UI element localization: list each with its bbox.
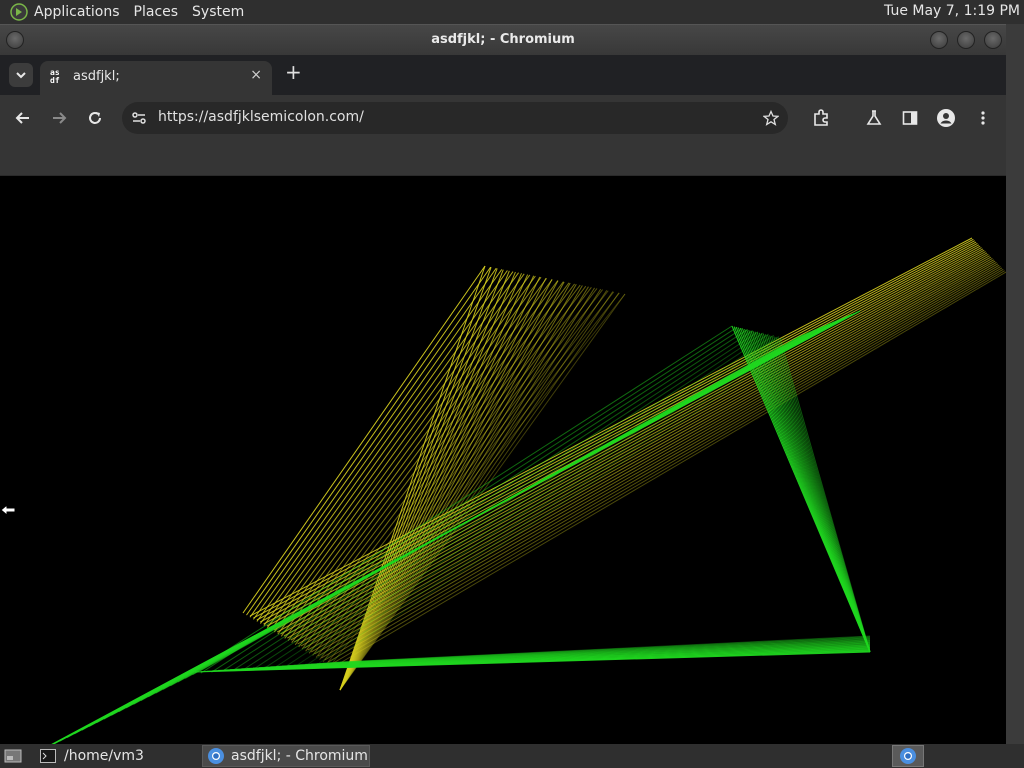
taskbar-item-label: /home/vm3 <box>64 748 144 764</box>
menu-places[interactable]: Places <box>134 4 179 20</box>
taskbar-item-label: asdfjkl; - Chromium <box>231 748 368 764</box>
browser-toolbar: https://asdfjklsemicolon.com/ <box>0 95 1006 141</box>
window-titlebar[interactable]: asdfjkl; - Chromium <box>0 24 1006 55</box>
tab-strip: as df asdfjkl; × + <box>0 55 1006 95</box>
clock[interactable]: Tue May 7, 1:19 PM <box>884 3 1020 19</box>
extensions-icon[interactable] <box>810 107 832 129</box>
show-desktop-icon[interactable] <box>4 748 22 764</box>
workspace-switcher[interactable] <box>892 745 924 767</box>
window-title: asdfjkl; - Chromium <box>431 32 575 47</box>
bottom-taskbar: /home/vm3 asdfjkl; - Chromium <box>0 744 1024 768</box>
menu-applications[interactable]: Applications <box>34 4 120 20</box>
back-icon[interactable] <box>12 107 34 129</box>
taskbar-item-terminal[interactable]: /home/vm3 <box>36 745 200 767</box>
tab-asdfjkl[interactable]: as df asdfjkl; × <box>40 61 272 95</box>
chevron-down-icon <box>16 72 26 79</box>
menu-system[interactable]: System <box>192 4 244 20</box>
profile-icon[interactable] <box>935 107 957 129</box>
chromium-window: asdfjkl; - Chromium as df asdfjkl; × + h… <box>0 24 1006 744</box>
address-bar[interactable]: https://asdfjklsemicolon.com/ <box>122 102 788 134</box>
new-tab-button[interactable]: + <box>285 60 302 84</box>
side-panel-icon[interactable] <box>899 107 921 129</box>
tab-title: asdfjkl; <box>73 69 120 84</box>
chromium-icon <box>900 748 916 764</box>
forward-icon[interactable] <box>48 107 70 129</box>
terminal-icon <box>40 749 56 763</box>
maximize-button[interactable] <box>957 31 975 49</box>
bookmarks-bar <box>0 141 1006 176</box>
site-favicon-icon: as df <box>50 68 60 85</box>
bookmark-star-icon[interactable] <box>760 107 782 129</box>
taskbar-item-chromium[interactable]: asdfjkl; - Chromium <box>202 745 370 767</box>
labs-flask-icon[interactable] <box>863 107 885 129</box>
tab-search-button[interactable] <box>9 63 33 87</box>
tab-close-icon[interactable]: × <box>250 67 262 83</box>
close-window-button[interactable] <box>984 31 1002 49</box>
minimize-button[interactable] <box>930 31 948 49</box>
resize-cursor-icon <box>0 503 16 517</box>
mate-logo-icon[interactable] <box>10 3 28 21</box>
string-art-canvas[interactable] <box>0 176 1006 744</box>
reload-icon[interactable] <box>84 107 106 129</box>
top-panel: Applications Places System Tue May 7, 1:… <box>0 0 1024 24</box>
url-text[interactable]: https://asdfjklsemicolon.com/ <box>158 109 364 125</box>
site-settings-icon[interactable] <box>128 107 150 129</box>
menu-icon[interactable] <box>972 107 994 129</box>
chromium-icon <box>208 748 224 764</box>
